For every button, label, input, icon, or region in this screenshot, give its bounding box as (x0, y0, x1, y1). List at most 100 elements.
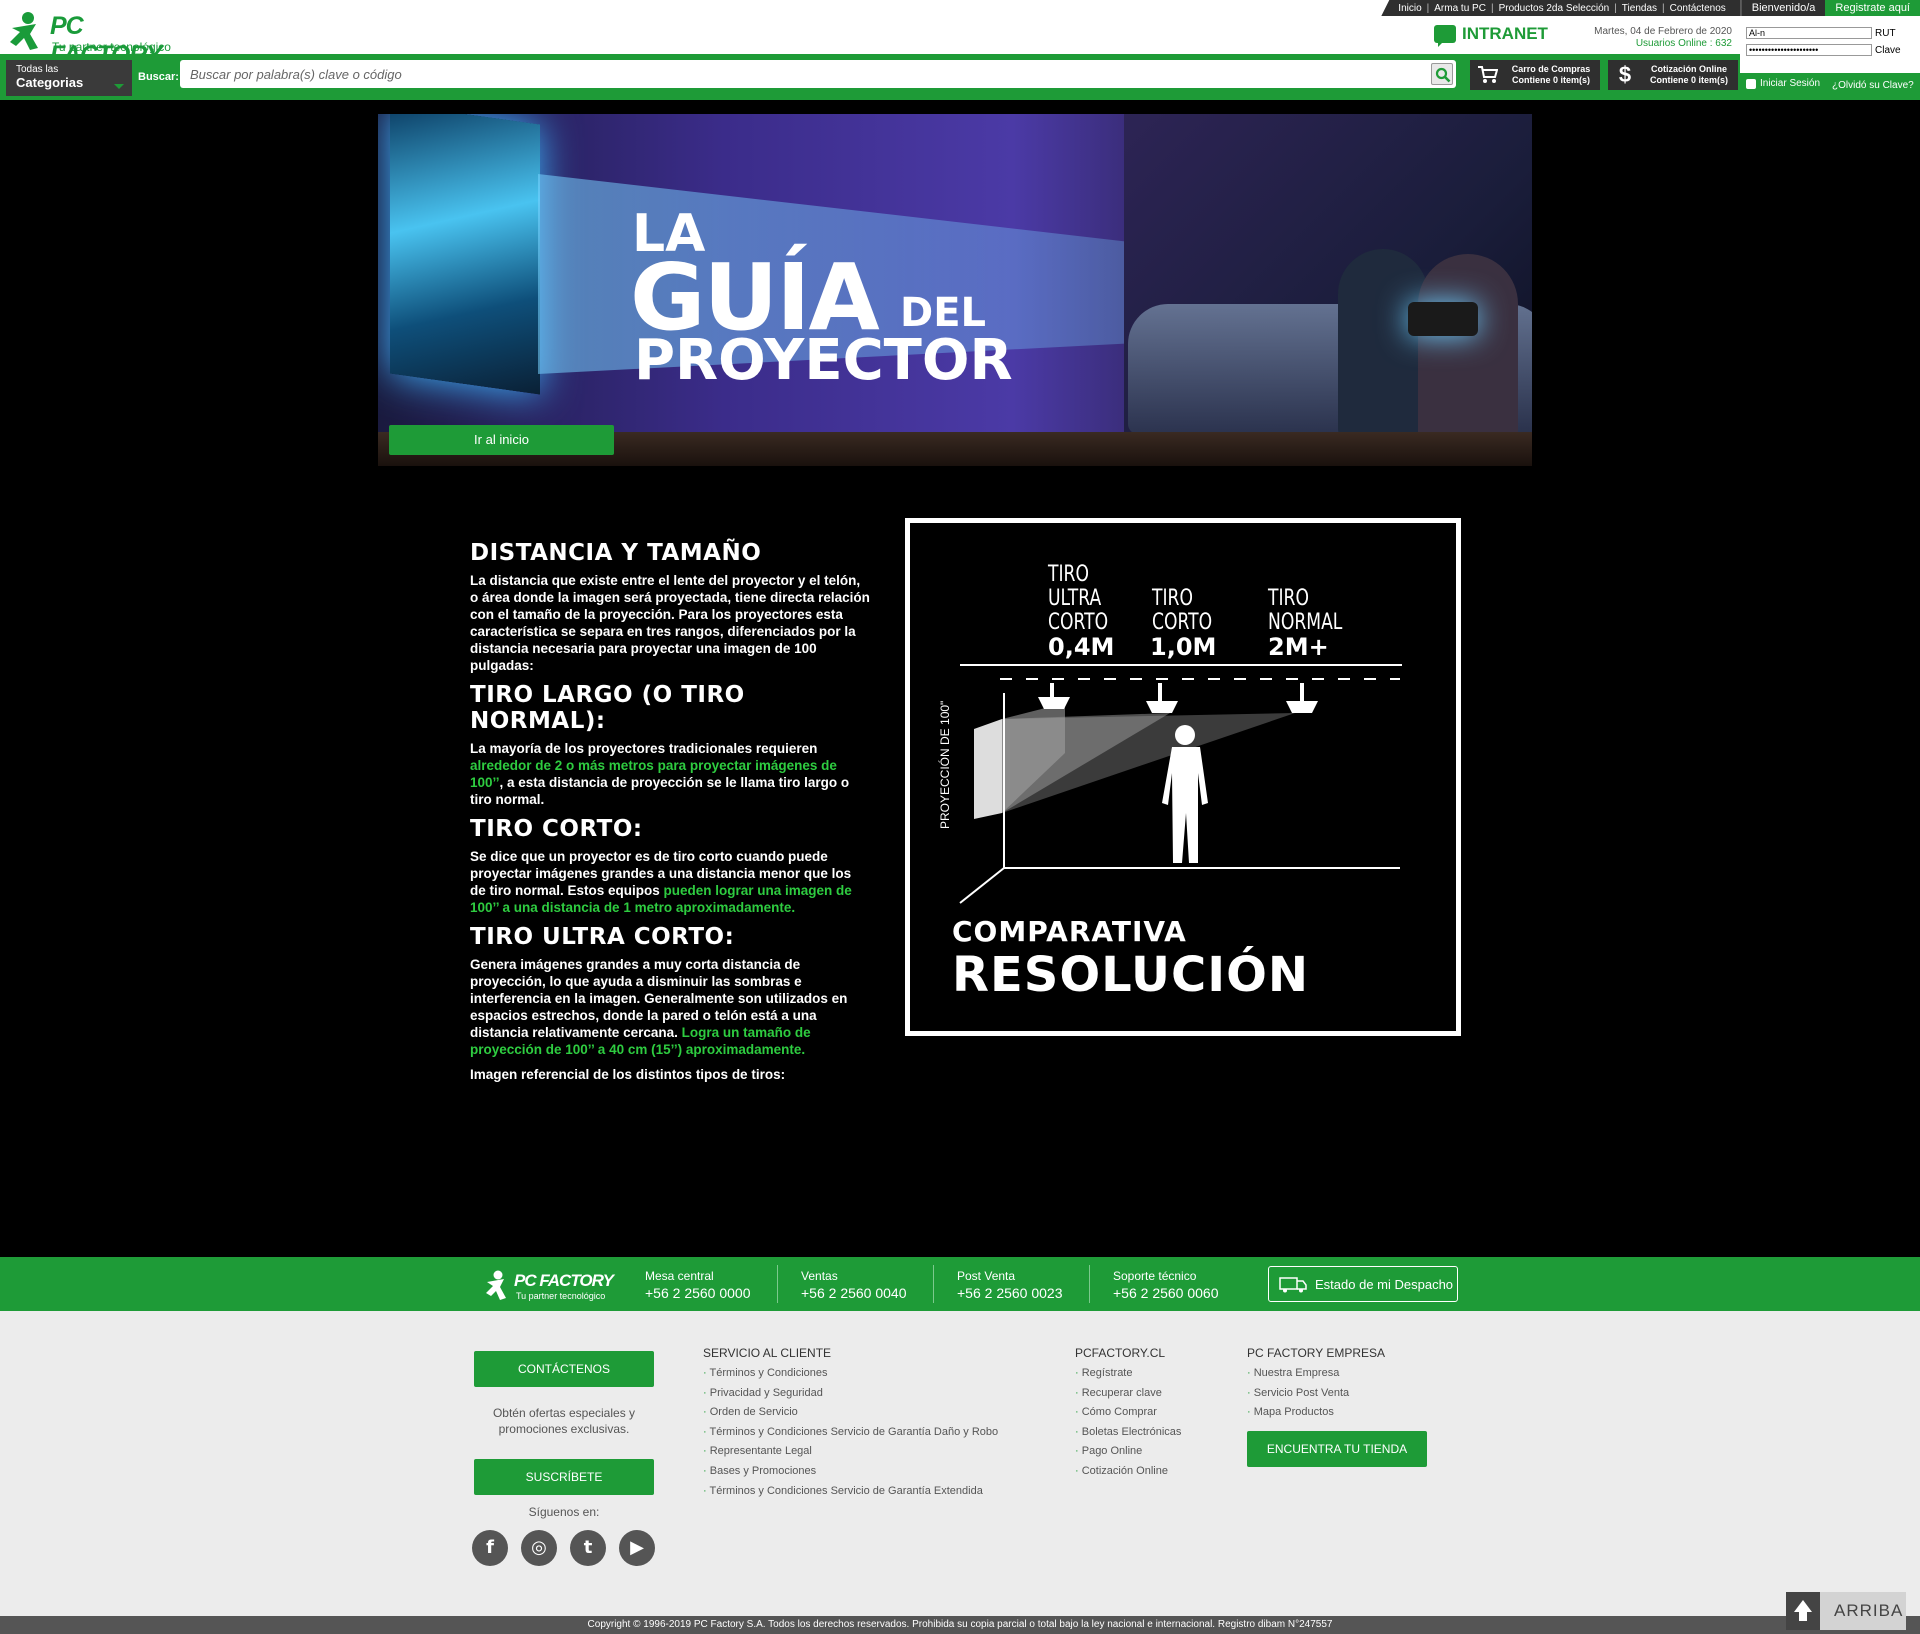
copyright: Copyright © 1996-2019 PC Factory S.A. To… (0, 1616, 1920, 1634)
password-input[interactable]: •••••••••••••••••••••• (1746, 44, 1872, 56)
paragraph-tiro-ultra-corto: Genera imágenes grandes a muy corta dist… (470, 957, 848, 1057)
projection-screen-image (390, 114, 540, 395)
contact-soporte: Soporte técnico +56 2 2560 0060 (1113, 1269, 1219, 1301)
projection-comparison-image: TIRO ULTRA CORTO 0,4M TIRO CORTO 1,0M TIRO N… (905, 518, 1461, 1036)
footer-link[interactable]: Términos y Condiciones Servicio de Garan… (703, 1482, 998, 1502)
search-bar: Todas las Categorias Buscar: Buscar por … (0, 54, 1740, 100)
footer-col-title: PC FACTORY EMPRESA (1247, 1346, 1386, 1360)
footer-link[interactable]: Cómo Comprar (1075, 1403, 1181, 1423)
youtube-icon[interactable]: ▶ (619, 1530, 655, 1566)
paragraph-referencial: Imagen referencial de los distintos tipo… (470, 1067, 786, 1082)
person-image (1338, 249, 1428, 439)
footer-link[interactable]: Nuestra Empresa (1247, 1364, 1385, 1384)
intranet-label: INTRANET (1462, 24, 1548, 43)
footer-link[interactable]: Mapa Productos (1247, 1403, 1385, 1423)
footer-link[interactable]: Bases y Promociones (703, 1462, 998, 1482)
search-placeholder: Buscar por palabra(s) clave o código (190, 67, 402, 82)
signin-button[interactable]: Iniciar Sesión (1746, 78, 1820, 89)
online-users: Usuarios Online : 632 (1635, 38, 1732, 49)
logo-mark-icon (486, 1270, 506, 1300)
footer-link[interactable]: Recuperar clave (1075, 1384, 1181, 1404)
footer-col-title: SERVICIO AL CLIENTE (703, 1346, 832, 1360)
nav-link-productos-2da[interactable]: Productos 2da Selección (1494, 3, 1615, 14)
twitter-icon[interactable]: t (570, 1530, 606, 1566)
logo-text: PC FACTORY (514, 1271, 614, 1290)
footer-col-title: PCFACTORY.CL (1075, 1346, 1166, 1360)
dispatch-status-button[interactable]: Estado de mi Despacho (1268, 1266, 1458, 1302)
back-to-top-button[interactable]: ARRIBA (1786, 1592, 1906, 1630)
article: DISTANCIA Y TAMAÑO La distancia que exis… (470, 540, 870, 1091)
dollar-icon: $ (1618, 62, 1632, 87)
heading-tiro-ultra-corto: TIRO ULTRA CORTO: (470, 924, 735, 950)
footer-link[interactable]: Regístrate (1075, 1364, 1181, 1384)
nav-link-inicio[interactable]: Inicio (1393, 3, 1426, 14)
contact-ventas: Ventas +56 2 2560 0040 (801, 1269, 907, 1301)
intranet-link[interactable]: INTRANET (1434, 24, 1548, 47)
footer-link[interactable]: Pago Online (1075, 1442, 1181, 1462)
person-image (1418, 254, 1518, 444)
paragraph-tiro-corto: Se dice que un proyector es de tiro cort… (470, 849, 852, 915)
search-button[interactable] (1431, 63, 1453, 85)
date-info: Martes, 04 de Febrero de 2020 Usuarios O… (1568, 26, 1732, 50)
nav-link-tiendas[interactable]: Tiendas (1617, 3, 1662, 14)
categories-small-label: Todas las (16, 64, 59, 75)
nav-link-contactenos[interactable]: Contáctenos (1665, 3, 1731, 14)
lock-icon (1746, 78, 1756, 89)
page: PC FACTORY Tu partner tecnológico Inicio… (0, 0, 1920, 1634)
quote-count: Contiene 0 item(s) (1649, 75, 1728, 85)
contact-button[interactable]: CONTÁCTENOS (474, 1351, 654, 1387)
cart-title: Carro de Compras (1511, 64, 1591, 74)
signin-label: Iniciar Sesión (1760, 78, 1821, 89)
paragraph-tiro-largo: La mayoría de los proyectores tradiciona… (470, 741, 850, 807)
subscribe-button[interactable]: SUSCRÍBETE (474, 1459, 654, 1495)
contact-post-venta: Post Venta +56 2 2560 0023 (957, 1269, 1063, 1301)
heading-distancia: DISTANCIA Y TAMAÑO (470, 540, 762, 566)
top-navigation: Inicio | Arma tu PC | Productos 2da Selecc… (1381, 0, 1920, 16)
footer-link[interactable]: Servicio Post Venta (1247, 1384, 1385, 1404)
chat-icon (1434, 25, 1456, 47)
footer-link[interactable]: Representante Legal (703, 1442, 998, 1462)
footer-logo[interactable]: PC FACTORY Tu partner tecnológico (484, 1269, 614, 1303)
forgot-password-link[interactable]: ¿Olvidó su Clave? (1832, 80, 1914, 91)
instagram-icon[interactable]: ◎ (521, 1530, 557, 1566)
chevron-down-icon (114, 84, 124, 89)
comparison-subtitle: RESOLUCIÓN (952, 947, 1310, 1003)
search-label: Buscar: (138, 71, 179, 83)
facebook-icon[interactable]: f (472, 1530, 508, 1566)
footer-link[interactable]: Orden de Servicio (703, 1403, 998, 1423)
hero-title-proyector: PROYECTOR (634, 328, 1013, 393)
login-form: Al-n RUT •••••••••••••••••••••• Clave (1746, 26, 1920, 60)
home-button[interactable]: Ir al inicio (389, 425, 614, 455)
footer-link[interactable]: Cotización Online (1075, 1462, 1181, 1482)
footer-link[interactable]: Términos y Condiciones (703, 1364, 998, 1384)
footer-col-empresa: PC FACTORY EMPRESA Nuestra Empresa Servi… (1247, 1346, 1385, 1423)
footer-link[interactable]: Boletas Electrónicas (1075, 1423, 1182, 1443)
contact-bar: PC FACTORY Tu partner tecnológico Mesa c… (0, 1257, 1920, 1311)
vertical-label: PROYECCIÓN DE 100" (938, 700, 952, 829)
nav-link-arma-tu-pc[interactable]: Arma tu PC (1429, 3, 1491, 14)
quote-title: Cotización Online (1650, 64, 1727, 74)
quote-button[interactable]: $ Cotización Online Contiene 0 item(s) (1608, 60, 1738, 90)
password-label: Clave (1875, 44, 1901, 56)
footer-link[interactable]: Términos y Condiciones Servicio de Garan… (703, 1423, 999, 1443)
footer-link[interactable]: Privacidad y Seguridad (703, 1384, 998, 1404)
search-input[interactable]: Buscar por palabra(s) clave o código (180, 60, 1456, 88)
search-icon (1435, 67, 1451, 83)
arrow-up-icon (1786, 1592, 1820, 1630)
categories-label: Categorias (16, 75, 84, 90)
cart-button[interactable]: Carro de Compras Contiene 0 item(s) (1470, 60, 1600, 90)
site-footer: CONTÁCTENOS Obtén ofertas especiales y p… (0, 1311, 1920, 1616)
top-links: Inicio | Arma tu PC | Productos 2da Selecc… (1381, 0, 1741, 16)
rut-input[interactable]: Al-n (1746, 27, 1872, 39)
register-link[interactable]: Registrate aquí (1825, 0, 1920, 16)
dispatch-label: Estado de mi Despacho (1315, 1277, 1454, 1292)
back-to-top-label: ARRIBA (1834, 1601, 1904, 1620)
rut-label: RUT (1875, 27, 1896, 39)
categories-dropdown[interactable]: Todas las Categorias (6, 60, 132, 96)
site-logo[interactable]: PC FACTORY Tu partner tecnológico (6, 8, 186, 69)
footer-col-pcfactory: PCFACTORY.CL Regístrate Recuperar clave … (1075, 1346, 1181, 1482)
logo-mark-icon (10, 12, 38, 50)
find-store-button[interactable]: ENCUENTRA TU TIENDA (1247, 1431, 1427, 1467)
paragraph-distancia: La distancia que existe entre el lente d… (470, 573, 870, 673)
footer-col-servicio: SERVICIO AL CLIENTE Términos y Condicion… (703, 1346, 998, 1501)
